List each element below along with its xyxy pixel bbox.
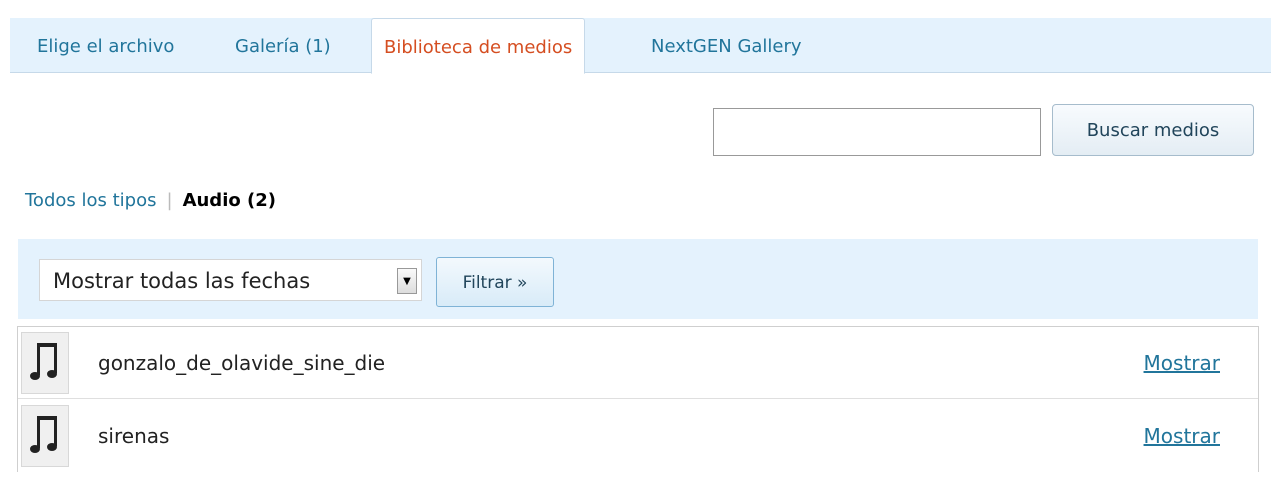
media-list: gonzalo_de_olavide_sine_die Mostrar sire… <box>17 326 1259 472</box>
tab-media-library[interactable]: Biblioteca de medios <box>371 18 586 74</box>
filter-separator: | <box>166 190 173 211</box>
media-row: sirenas Mostrar <box>18 400 1258 472</box>
search-input[interactable] <box>713 108 1041 156</box>
tab-nextgen-gallery[interactable]: NextGEN Gallery <box>651 18 802 73</box>
date-select[interactable]: Mostrar todas las fechas ▼ <box>39 259 422 301</box>
filter-button[interactable]: Filtrar » <box>436 257 554 307</box>
filter-bar: Mostrar todas las fechas ▼ Filtrar » <box>18 239 1258 319</box>
show-link[interactable]: Mostrar <box>1144 400 1220 472</box>
tab-choose-file[interactable]: Elige el archivo <box>37 18 174 73</box>
filter-all-types-link[interactable]: Todos los tipos <box>25 190 156 211</box>
media-title: gonzalo_de_olavide_sine_die <box>98 351 386 375</box>
media-title: sirenas <box>98 424 170 448</box>
media-tabs-bar: Elige el archivo Galería (1) Biblioteca … <box>10 18 1271 74</box>
filter-audio-current: Audio (2) <box>182 190 276 211</box>
search-media-button[interactable]: Buscar medios <box>1052 104 1254 156</box>
audio-note-icon <box>21 405 69 467</box>
date-select-value: Mostrar todas las fechas <box>53 269 311 293</box>
chevron-down-icon[interactable]: ▼ <box>397 268 417 294</box>
show-link[interactable]: Mostrar <box>1144 327 1220 399</box>
type-filter: Todos los tipos | Audio (2) <box>25 190 276 211</box>
media-row: gonzalo_de_olavide_sine_die Mostrar <box>18 327 1258 399</box>
tab-gallery[interactable]: Galería (1) <box>235 18 331 73</box>
audio-note-icon <box>21 332 69 394</box>
